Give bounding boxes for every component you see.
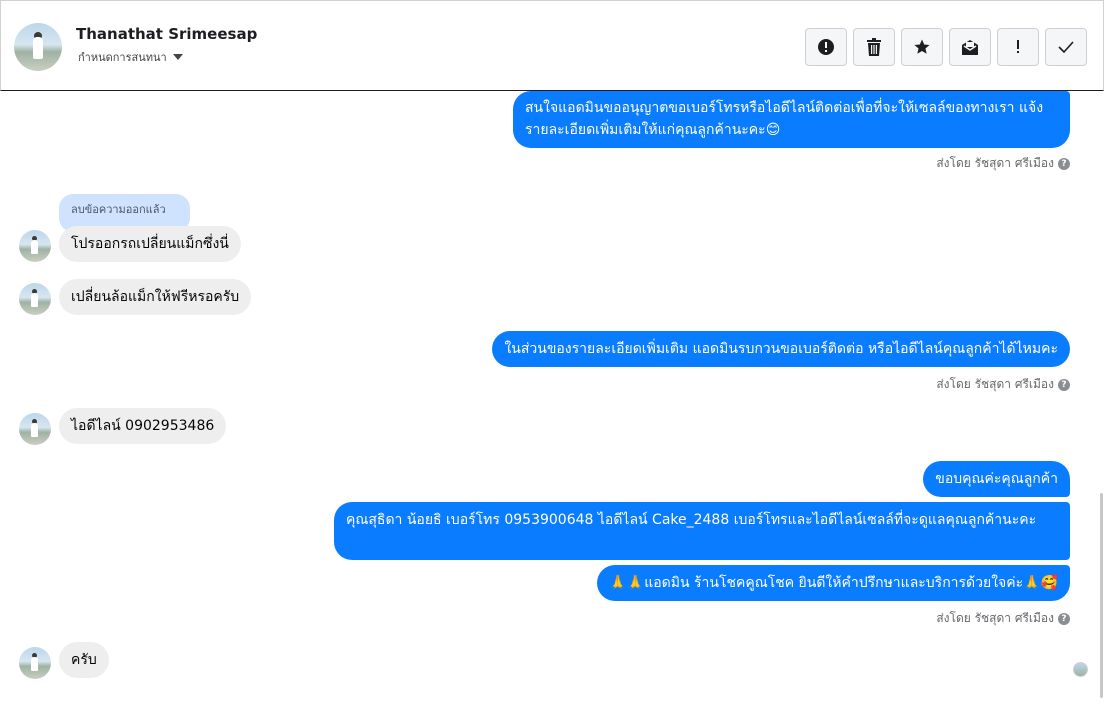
conversation-options-label: กำหนดการสนทนา — [78, 51, 167, 64]
outgoing-message[interactable]: สนใจแอดมินขออนุญาตขอเบอร์โทรหรือไอดีไลน์… — [513, 91, 1070, 148]
sent-by-text: ส่งโดย รัชสุดา ศรีเมือง — [936, 377, 1054, 391]
contact-avatar-small[interactable] — [19, 230, 51, 262]
outgoing-message[interactable]: ขอบคุณค่ะคุณลูกค้า — [923, 461, 1070, 497]
incoming-message[interactable]: ไอดีไลน์ 0902953486 — [59, 408, 227, 444]
sent-by-text: ส่งโดย รัชสุดา ศรีเมือง — [936, 611, 1054, 625]
done-button[interactable] — [1045, 28, 1087, 66]
report-button[interactable] — [805, 28, 847, 66]
trash-icon — [867, 38, 881, 56]
incoming-message[interactable]: ครับ — [59, 642, 109, 678]
check-icon — [1058, 41, 1074, 54]
contact-avatar[interactable] — [14, 23, 62, 71]
outgoing-message[interactable]: 🙏🙏แอดมิน ร้านโชคคูณโชค ยินดีให้คำปรึกษาแ… — [597, 565, 1070, 601]
sent-by-label: ส่งโดย รัชสุดา ศรีเมือง ? — [936, 609, 1070, 628]
conversation-options-dropdown[interactable]: กำหนดการสนทนา — [78, 48, 183, 66]
incoming-message[interactable]: เปลี่ยนล้อแม็กให้ฟรีหรอครับ — [59, 279, 252, 315]
exclamation-icon — [1017, 40, 1019, 53]
sent-by-text: ส่งโดย รัชสุดา ศรีเมือง — [936, 156, 1054, 170]
outgoing-message[interactable]: คุณสุธิดา น้อยธิ เบอร์โทร 0953900648 ไอด… — [334, 502, 1070, 560]
sent-by-label: ส่งโดย รัชสุดา ศรีเมือง ? — [936, 375, 1070, 394]
delete-button[interactable] — [853, 28, 895, 66]
flag-button[interactable] — [997, 28, 1039, 66]
message-thread[interactable]: สนใจแอดมินขออนุญาตขอเบอร์โทรหรือไอดีไลน์… — [0, 91, 1104, 710]
outgoing-message[interactable]: ในส่วนของรายละเอียดเพิ่มเติม แอดมินรบกวน… — [492, 331, 1070, 367]
contact-avatar-small[interactable] — [19, 283, 51, 315]
thread-scrollbar[interactable] — [1100, 493, 1103, 698]
star-button[interactable] — [901, 28, 943, 66]
help-icon[interactable]: ? — [1058, 612, 1070, 625]
help-icon[interactable]: ? — [1058, 378, 1070, 391]
incoming-message[interactable]: โปรออกรถเปลี่ยนแม็กซึ่งนี่ — [59, 226, 241, 262]
contact-avatar-small[interactable] — [19, 647, 51, 679]
seen-indicator-avatar — [1073, 662, 1088, 677]
alert-icon — [818, 39, 834, 55]
contact-avatar-small[interactable] — [19, 413, 51, 445]
mark-unread-button[interactable] — [949, 28, 991, 66]
mark-unread-icon — [962, 40, 978, 55]
sent-by-label: ส่งโดย รัชสุดา ศรีเมือง ? — [936, 154, 1070, 173]
conversation-header: Thanathat Srimeesap กำหนดการสนทนา — [0, 0, 1104, 91]
caret-down-icon — [172, 54, 183, 60]
contact-name[interactable]: Thanathat Srimeesap — [76, 25, 257, 43]
help-icon[interactable]: ? — [1058, 157, 1070, 170]
star-icon — [914, 39, 930, 54]
